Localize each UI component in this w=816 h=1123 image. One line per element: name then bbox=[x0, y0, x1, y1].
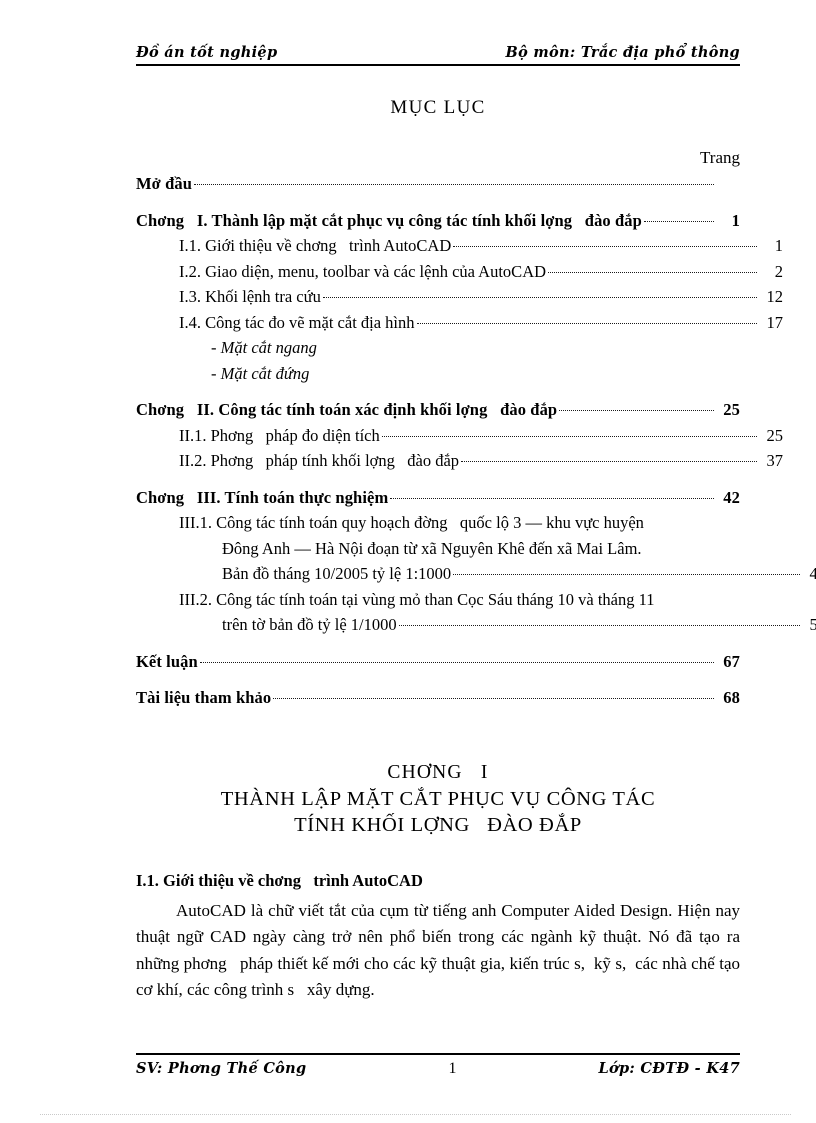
toc-entry-page-number: 52 bbox=[809, 615, 816, 634]
table-of-contents: Mở đầu Chơng I. Thành lập mặt cắt phục vụ… bbox=[136, 174, 816, 716]
toc-entry-page-number: 17 bbox=[766, 312, 784, 332]
toc-leader-dots bbox=[559, 410, 714, 411]
toc-leader-dots bbox=[199, 661, 714, 663]
toc-entry-label: Kết luận bbox=[136, 651, 198, 671]
toc-entry[interactable]: III.2. Công tác tính toán tại vùng mỏ th… bbox=[136, 589, 783, 609]
toc-leader-dots bbox=[548, 271, 757, 273]
toc-entry-label: Đông Anh — Hà Nội đoạn từ xã Nguyên Khê … bbox=[222, 538, 642, 558]
toc-entry[interactable]: I.3. Khối lệnh tra cứu 12 bbox=[136, 287, 784, 306]
toc-entry[interactable]: III.1. Công tác tính toán quy hoạch đờng… bbox=[136, 513, 783, 532]
page-number-column-label: Trang bbox=[700, 148, 740, 167]
footer-page-number: 1 bbox=[448, 1060, 457, 1077]
toc-entry-label: - Mặt cắt đứng bbox=[211, 363, 310, 383]
section-paragraph: AutoCAD là chữ viết tắt của cụm từ tiếng… bbox=[136, 901, 745, 1000]
toc-entry-page-number: 42 bbox=[809, 564, 816, 583]
toc-leader-dots bbox=[398, 625, 800, 626]
toc-entry-label: I.3. Khối lệnh tra cứu bbox=[179, 287, 321, 306]
toc-entry[interactable]: trên tờ bản đồ tỷ lệ 1/1000 52 bbox=[136, 615, 816, 634]
toc-leader-dots bbox=[453, 574, 800, 575]
toc-entry[interactable]: Đông Anh — Hà Nội đoạn từ xã Nguyên Khê … bbox=[136, 538, 816, 558]
document-page: Đồ án tốt nghiệp Bộ môn: Trắc địa phổ th… bbox=[0, 0, 816, 1123]
toc-entry-page-number: 42 bbox=[723, 487, 740, 507]
toc-entry[interactable]: Tài liệu tham khảo 68 bbox=[136, 688, 740, 707]
toc-entry-label: I.4. Công tác đo vẽ mặt cắt địa hình bbox=[179, 312, 415, 332]
toc-entry-page-number: 68 bbox=[723, 688, 740, 707]
toc-entry[interactable]: Kết luận 67 bbox=[136, 651, 740, 671]
running-header: Đồ án tốt nghiệp Bộ môn: Trắc địa phổ th… bbox=[136, 44, 740, 66]
footer-class-name: Lớp: CĐTĐ - K47 bbox=[598, 1060, 740, 1077]
toc-entry[interactable]: I.2. Giao diện, menu, toolbar và các lện… bbox=[136, 261, 783, 281]
toc-entry[interactable]: Bản đồ tháng 10/2005 tỷ lệ 1:1000 42 bbox=[136, 564, 816, 583]
toc-entry-page-number: 1 bbox=[774, 236, 783, 255]
toc-entry-page-number: 12 bbox=[766, 287, 784, 306]
toc-entry[interactable]: Chơng I. Thành lập mặt cắt phục vụ công … bbox=[136, 210, 740, 230]
toc-entry-label: III.1. Công tác tính toán quy hoạch đờng… bbox=[179, 513, 644, 532]
page-content: Đồ án tốt nghiệp Bộ môn: Trắc địa phổ th… bbox=[136, 0, 816, 1123]
toc-entry[interactable]: Mở đầu bbox=[136, 174, 740, 193]
toc-entry-page-number: 67 bbox=[723, 651, 740, 671]
toc-entry-label: III.2. Công tác tính toán tại vùng mỏ th… bbox=[179, 589, 655, 609]
toc-entry-page-number: 2 bbox=[774, 261, 783, 281]
toc-leader-dots bbox=[461, 461, 757, 462]
toc-entry[interactable]: - Mặt cắt ngang bbox=[136, 338, 815, 357]
toc-entry-label: II.2. Phơng pháp tính khối lợng đào đắp bbox=[179, 451, 460, 470]
chapter-title-line-1: THÀNH LẬP MẶT CẮT PHỤC VỤ CÔNG TÁC bbox=[220, 788, 656, 810]
toc-entry-label: trên tờ bản đồ tỷ lệ 1/1000 bbox=[222, 615, 397, 634]
chapter-heading: CHƠNG I THÀNH LẬP MẶT CẮT PHỤC VỤ CÔNG T… bbox=[136, 762, 740, 840]
toc-entry[interactable]: I.4. Công tác đo vẽ mặt cắt địa hình 17 bbox=[136, 312, 784, 332]
toc-entry-label: Chơng I. Thành lập mặt cắt phục vụ công … bbox=[136, 210, 642, 230]
chapter-number-line: CHƠNG I bbox=[387, 762, 489, 783]
toc-entry-page-number: 1 bbox=[731, 210, 740, 230]
toc-entry-label: Mở đầu bbox=[136, 174, 193, 193]
toc-entry-label: Chơng II. Công tác tính toán xác định kh… bbox=[136, 400, 558, 419]
chapter-title-line-2: TÍNH KHỐI LỢNG ĐÀO ĐẮP bbox=[294, 814, 582, 836]
toc-leader-dots bbox=[194, 184, 714, 185]
toc-entry[interactable]: Chơng II. Công tác tính toán xác định kh… bbox=[136, 400, 740, 419]
toc-entry-label: I.2. Giao diện, menu, toolbar và các lện… bbox=[179, 261, 547, 281]
page-title: MỤC LỤC bbox=[390, 97, 486, 118]
toc-entry-page-number: 37 bbox=[766, 451, 784, 470]
toc-leader-dots bbox=[273, 698, 714, 699]
toc-leader-dots bbox=[381, 435, 757, 437]
toc-entry[interactable]: Chơng III. Tính toán thực nghiệm 42 bbox=[136, 487, 740, 507]
toc-entry-page-number: 25 bbox=[723, 400, 740, 419]
toc-entry[interactable]: II.1. Phơng pháp đo diện tích 25 bbox=[136, 425, 784, 445]
toc-leader-dots bbox=[390, 497, 714, 499]
toc-leader-dots bbox=[453, 246, 757, 247]
toc-entry-label: Bản đồ tháng 10/2005 tỷ lệ 1:1000 bbox=[222, 564, 452, 583]
toc-leader-dots bbox=[416, 322, 757, 324]
toc-entry-label: - Mặt cắt ngang bbox=[211, 338, 317, 357]
toc-entry[interactable]: II.2. Phơng pháp tính khối lợng đào đắp 3… bbox=[136, 451, 784, 470]
toc-leader-dots bbox=[322, 297, 757, 298]
toc-entry-label: I.1. Giới thiệu về chơng trình AutoCAD bbox=[179, 236, 452, 255]
scan-edge-artifact bbox=[40, 1114, 791, 1115]
toc-entry-label: Chơng III. Tính toán thực nghiệm bbox=[136, 487, 389, 507]
toc-entry-page-number: 25 bbox=[766, 425, 784, 445]
header-right-text: Bộ môn: Trắc địa phổ thông bbox=[505, 44, 740, 61]
toc-entry[interactable]: - Mặt cắt đứng bbox=[136, 363, 815, 383]
section-heading: I.1. Giới thiệu về chơng trình AutoCAD bbox=[136, 871, 423, 890]
toc-entry[interactable]: I.1. Giới thiệu về chơng trình AutoCAD 1 bbox=[136, 236, 783, 255]
footer-student-name: SV: Phơng Thế Công bbox=[136, 1060, 307, 1077]
toc-entry-label: Tài liệu tham khảo bbox=[136, 688, 272, 707]
header-left-text: Đồ án tốt nghiệp bbox=[136, 44, 278, 61]
toc-entry-label: II.1. Phơng pháp đo diện tích bbox=[179, 425, 380, 445]
running-footer: SV: Phơng Thế Công 1 Lớp: CĐTĐ - K47 bbox=[136, 1053, 740, 1078]
toc-leader-dots bbox=[643, 220, 714, 222]
